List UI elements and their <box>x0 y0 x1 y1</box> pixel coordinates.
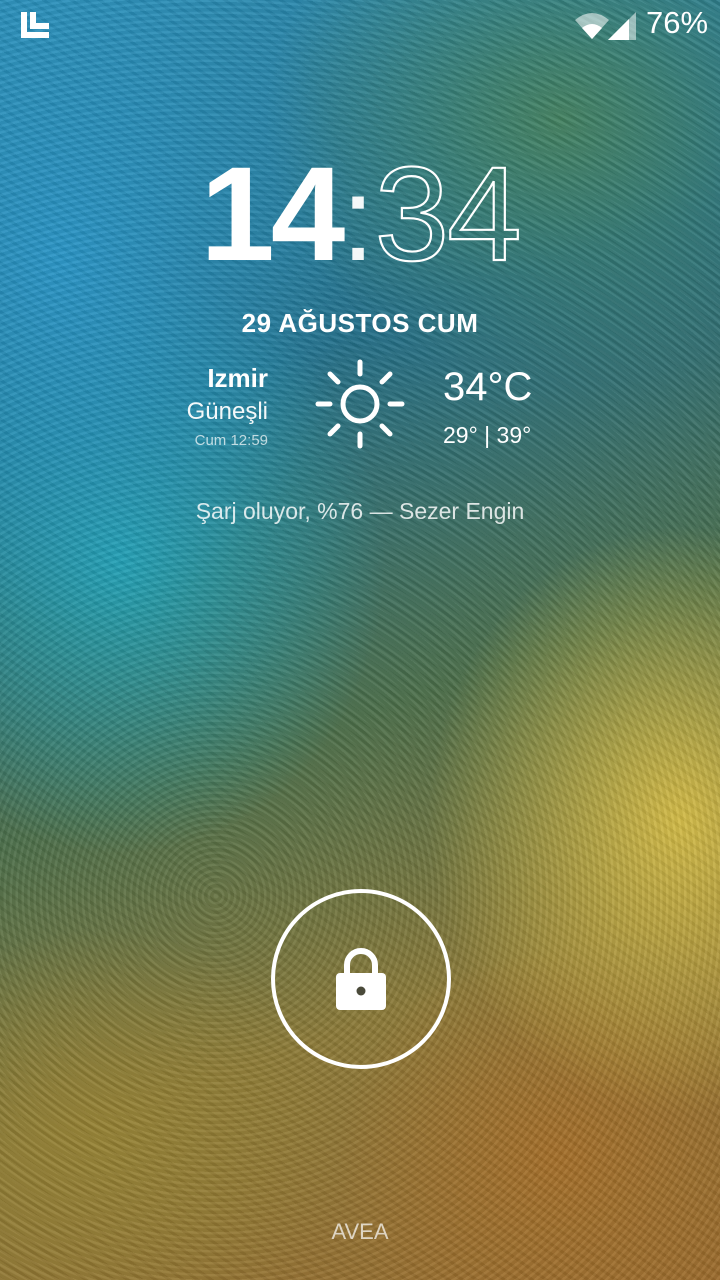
weather-condition: Güneşli <box>186 398 268 425</box>
wifi-icon <box>575 13 609 39</box>
weather-updated-time: Cum 12:59 <box>194 432 268 449</box>
battery-percent: 76% <box>646 5 709 40</box>
weather-temperature-block: 34°C 29° | 39° <box>443 364 532 460</box>
unlock-button[interactable] <box>271 889 451 1069</box>
weather-city: Izmir <box>207 363 268 393</box>
clock-separator: : <box>341 152 375 286</box>
status-bar: 76% <box>0 0 720 50</box>
weather-temperature: 34°C <box>443 365 533 409</box>
carrier-label: AVEA <box>331 1219 389 1244</box>
clock-hours: 14 <box>200 140 345 289</box>
weather-location: Izmir Güneşli Cum 12:59 <box>187 362 268 452</box>
clock-minutes: 34 <box>374 140 523 289</box>
weather-range: 29° | 39° <box>443 422 532 448</box>
app-logo-icon <box>21 12 49 38</box>
sun-icon <box>315 359 405 449</box>
date-label: 29 AĞUSTOS CUM <box>241 308 479 338</box>
lock-clock: 14:34 <box>0 146 720 282</box>
charging-status: Şarj oluyor, %76 — Sezer Engin <box>195 498 525 524</box>
signal-icon <box>608 12 636 40</box>
lock-icon <box>336 948 386 1010</box>
